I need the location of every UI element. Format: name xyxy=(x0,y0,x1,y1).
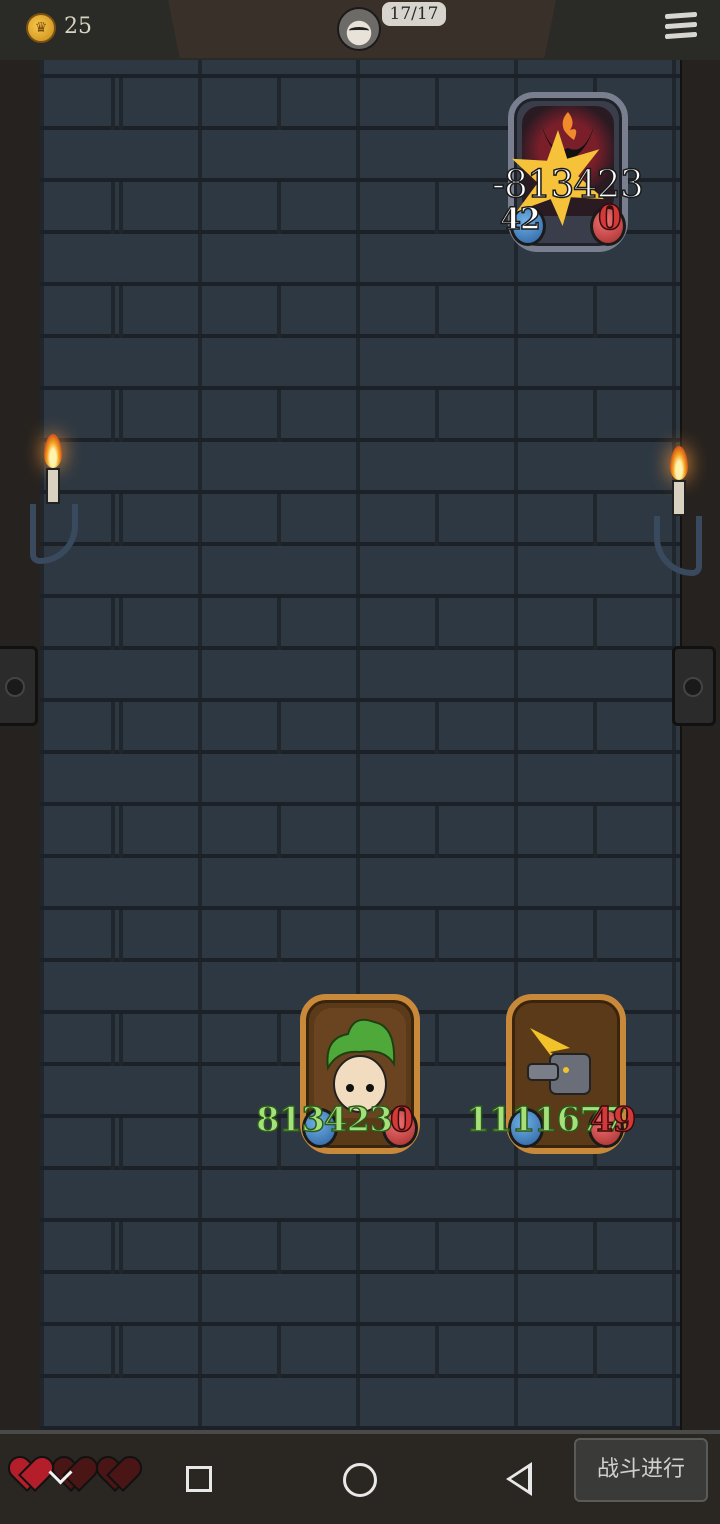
left-pillar xyxy=(0,60,42,1430)
leaf-girl-attack-value: 813423 xyxy=(255,1099,393,1141)
turn-counter: 17/17 xyxy=(382,2,446,26)
hamburger-menu-icon[interactable] xyxy=(665,10,697,44)
enemy-attack-value: 42 xyxy=(499,201,541,238)
recent-apps-icon[interactable] xyxy=(186,1466,212,1492)
left-wall-clamp xyxy=(0,646,38,726)
knight-health-value: 49 xyxy=(589,1099,637,1141)
right-wall-clamp xyxy=(672,646,716,726)
heart-icon-3 xyxy=(100,1458,134,1488)
crown-coin-icon: ♛ xyxy=(26,13,56,43)
home-icon[interactable] xyxy=(343,1463,377,1497)
gold-count: 25 xyxy=(64,14,92,39)
leaf-girl-health-value: 0 xyxy=(389,1099,414,1141)
back-icon[interactable] xyxy=(506,1462,532,1496)
battle-in-progress-button[interactable]: 战斗进行 xyxy=(574,1438,708,1502)
dungeon-wall xyxy=(40,60,680,1430)
right-pillar xyxy=(680,60,720,1430)
right-torch-icon xyxy=(654,446,702,596)
player-avatar[interactable] xyxy=(337,7,381,51)
heart-icon-1 xyxy=(12,1458,46,1488)
enemy-health-value: 0 xyxy=(597,197,622,239)
left-torch-icon xyxy=(30,434,78,584)
top-bar: ♛ 25 17/17 xyxy=(0,0,720,63)
